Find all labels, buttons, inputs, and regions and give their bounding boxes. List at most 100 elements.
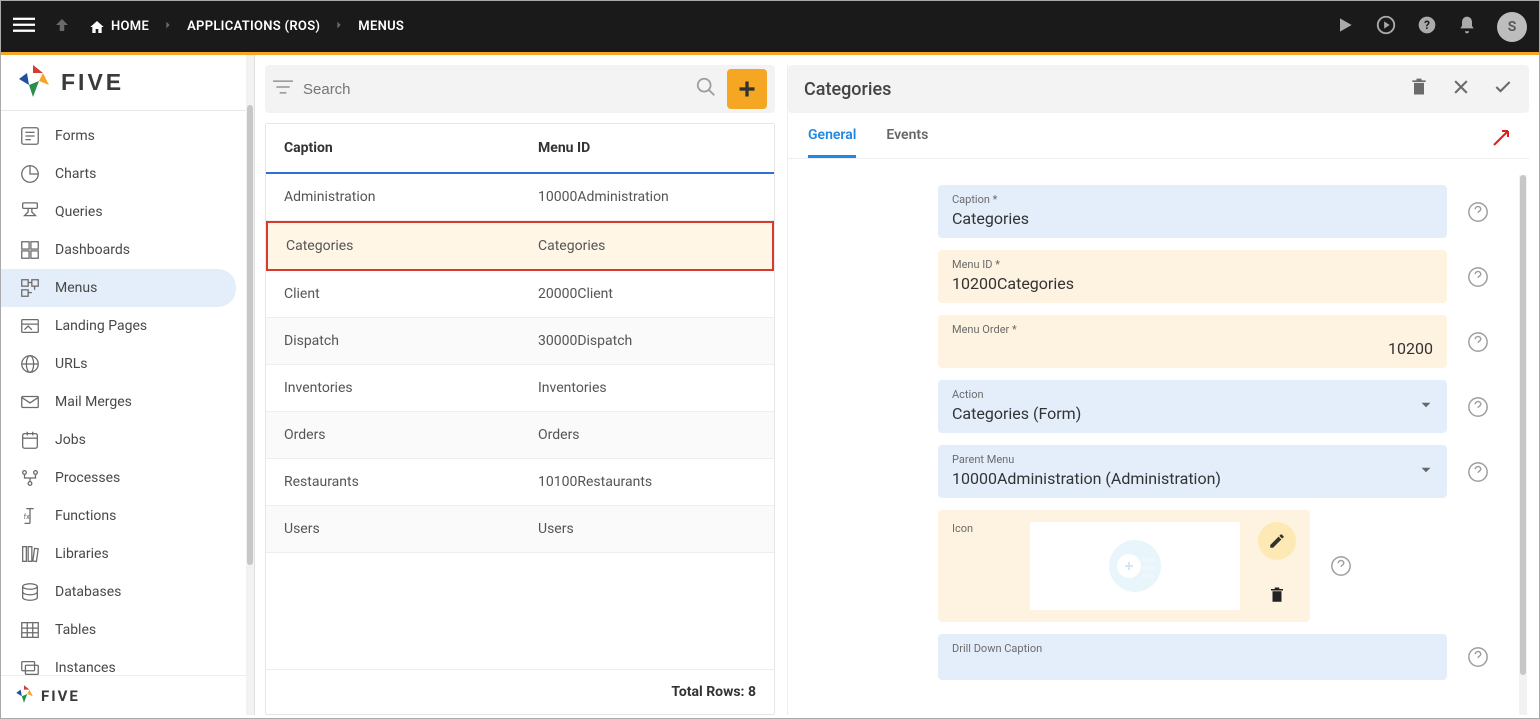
action-field[interactable]: Action Categories (Form) [938,380,1447,433]
sidebar-item-instances[interactable]: Instances [1,649,254,675]
sidebar-item-mail-merges[interactable]: Mail Merges [1,383,254,421]
help-icon[interactable] [1467,266,1489,288]
parent-value: 10000Administration (Administration) [952,469,1433,488]
annotation-arrow-icon [1490,125,1514,153]
sidebar-item-label: Forms [55,128,95,144]
field-row-icon: Icon [938,510,1489,622]
breadcrumb-applications[interactable]: APPLICATIONS (ROS) [187,19,320,34]
sidebar-item-tables[interactable]: Tables [1,611,254,649]
search-icon[interactable] [695,76,717,102]
save-check-icon[interactable] [1493,77,1513,101]
deploy-icon[interactable] [1375,14,1397,40]
delete-icon[interactable] [1409,77,1429,101]
drilldown-field[interactable]: Drill Down Caption [938,634,1447,680]
cell-menuid: 30000Dispatch [520,318,774,364]
table-row[interactable]: Administration10000Administration [266,174,774,221]
cell-caption: Users [266,506,520,552]
tabs-bar: General Events [788,113,1529,159]
topbar-left: HOME APPLICATIONS (ROS) MENUS [13,14,404,40]
help-icon[interactable] [1467,201,1489,223]
table-row[interactable]: Dispatch30000Dispatch [266,318,774,365]
detail-scrollbar[interactable] [1519,175,1527,715]
help-icon[interactable] [1467,396,1489,418]
sidebar-item-queries[interactable]: Queries [1,193,254,231]
help-icon[interactable]: ? [1417,15,1437,39]
help-icon[interactable] [1467,646,1489,668]
edit-icon-button[interactable] [1258,522,1296,560]
search-input[interactable] [303,81,685,98]
form-area: Caption * Categories Menu ID * 10200Cate… [788,159,1529,702]
tab-events[interactable]: Events [886,127,928,158]
sidebar-item-jobs[interactable]: Jobs [1,421,254,459]
help-icon[interactable] [1467,461,1489,483]
five-logo-icon [13,61,53,105]
cell-menuid: Inventories [520,365,774,411]
dashboards-icon [19,239,41,261]
cell-caption: Orders [266,412,520,458]
detail-actions [1409,77,1513,101]
menuid-field[interactable]: Menu ID * 10200Categories [938,250,1447,303]
charts-icon [19,163,41,185]
table-row[interactable]: InventoriesInventories [266,365,774,412]
order-field[interactable]: Menu Order * 10200 [938,315,1447,368]
filter-icon[interactable] [273,77,293,101]
icon-field: Icon [938,510,1310,622]
sidebar-item-landing-pages[interactable]: Landing Pages [1,307,254,345]
search-bar [265,65,775,113]
parent-field[interactable]: Parent Menu 10000Administration (Adminis… [938,445,1447,498]
sidebar-item-label: Functions [55,508,116,524]
chevron-down-icon [1417,461,1435,483]
table-body: Administration10000AdministrationCategor… [266,174,774,669]
sidebar-item-label: Queries [55,204,103,220]
sidebar-item-databases[interactable]: Databases [1,573,254,611]
breadcrumb-applications-label: APPLICATIONS (ROS) [187,19,320,34]
cell-caption: Client [266,271,520,317]
drilldown-label: Drill Down Caption [952,642,1433,655]
detail-panel: Categories General Events Caption * Cate… [787,65,1529,715]
hamburger-icon[interactable] [13,14,35,40]
breadcrumb-home[interactable]: HOME [89,19,149,35]
sidebar-item-forms[interactable]: Forms [1,117,254,155]
column-header-menuid[interactable]: Menu ID [520,124,774,172]
sidebar-item-libraries[interactable]: Libraries [1,535,254,573]
add-button[interactable] [727,69,767,109]
help-icon[interactable] [1467,331,1489,353]
chevron-down-icon [1417,396,1435,418]
list-panel: Caption Menu ID Administration10000Admin… [265,65,775,715]
caption-field[interactable]: Caption * Categories [938,185,1447,238]
table-row[interactable]: OrdersOrders [266,412,774,459]
table-row[interactable]: UsersUsers [266,506,774,553]
sidebar-item-urls[interactable]: URLs [1,345,254,383]
breadcrumb-menus[interactable]: MENUS [358,19,404,34]
sidebar-item-charts[interactable]: Charts [1,155,254,193]
tab-general[interactable]: General [808,127,856,158]
breadcrumb-menus-label: MENUS [358,19,404,34]
up-arrow-icon [53,16,71,38]
databases-icon [19,581,41,603]
table-row[interactable]: Restaurants10100Restaurants [266,459,774,506]
sidebar-item-functions[interactable]: fx Functions [1,497,254,535]
action-label: Action [952,388,1433,401]
sidebar-item-dashboards[interactable]: Dashboards [1,231,254,269]
delete-icon-button[interactable] [1268,586,1286,608]
processes-icon [19,467,41,489]
play-icon[interactable] [1335,15,1355,39]
parent-label: Parent Menu [952,453,1433,466]
bell-icon[interactable] [1457,15,1477,39]
caption-label: Caption * [952,193,1433,206]
field-row-menuid: Menu ID * 10200Categories [938,250,1489,303]
sidebar-scrollbar[interactable] [246,55,254,715]
sidebar-item-label: Charts [55,166,96,182]
table-row[interactable]: Client20000Client [266,271,774,318]
column-header-caption[interactable]: Caption [266,124,520,172]
instances-icon [19,657,41,675]
sidebar-item-processes[interactable]: Processes [1,459,254,497]
sidebar-item-menus[interactable]: Menus [1,269,236,307]
help-icon[interactable] [1330,555,1352,577]
close-icon[interactable] [1451,77,1471,101]
table-row[interactable]: CategoriesCategories [266,221,774,271]
functions-icon: fx [19,505,41,527]
sidebar-item-label: URLs [55,356,87,372]
topbar: HOME APPLICATIONS (ROS) MENUS ? S [1,1,1539,55]
user-avatar[interactable]: S [1497,12,1527,42]
